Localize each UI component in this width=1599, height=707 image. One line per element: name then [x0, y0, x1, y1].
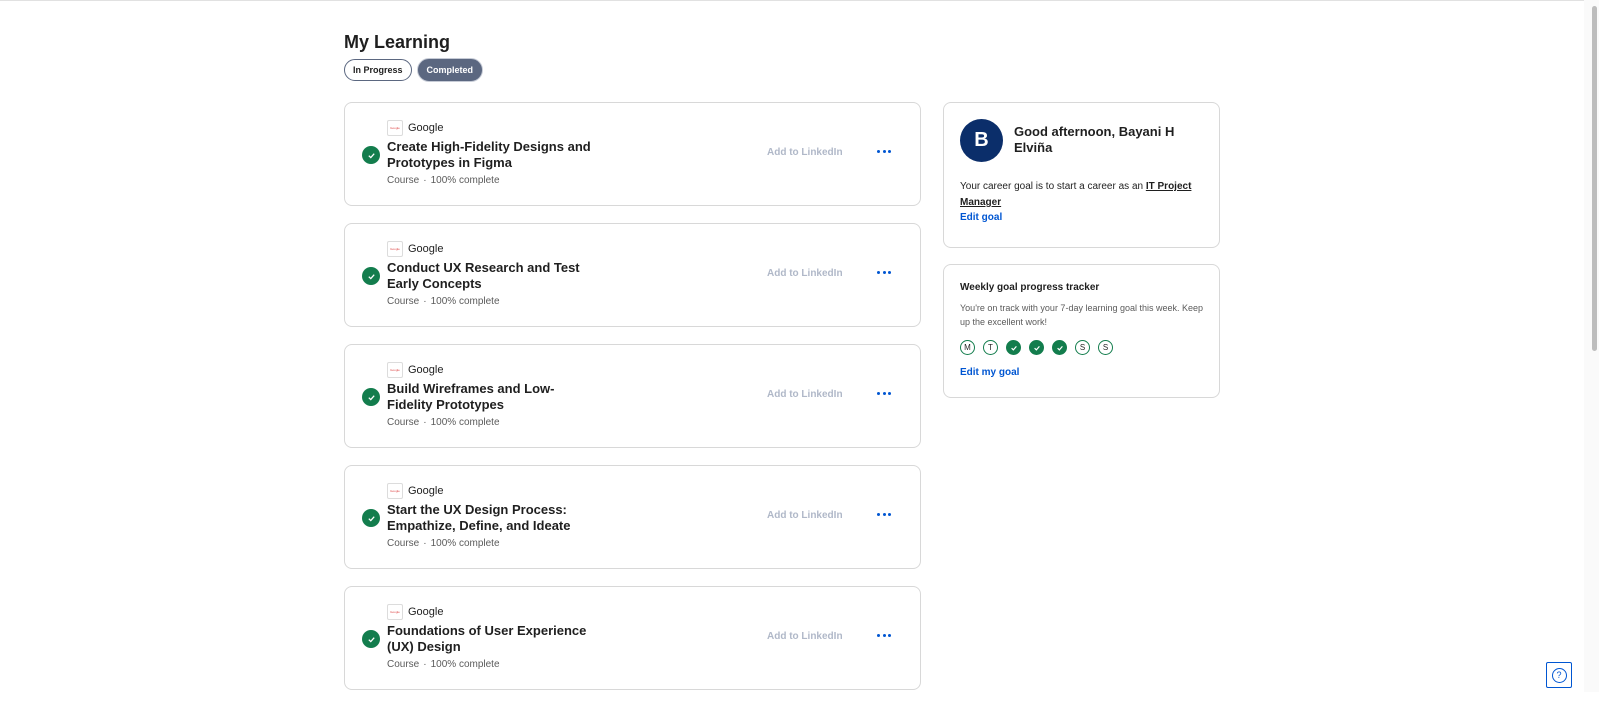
- partner-name: Google: [408, 606, 444, 618]
- help-icon: ?: [1551, 667, 1567, 683]
- top-divider: [0, 0, 1584, 1]
- completed-check-icon: [362, 267, 380, 285]
- partner-logo-icon: Google: [387, 362, 403, 378]
- course-type: Course: [387, 417, 420, 428]
- add-to-linkedin-button[interactable]: Add to LinkedIn: [767, 389, 843, 400]
- profile-card: B Good afternoon, Bayani H Elviña Your c…: [943, 102, 1220, 248]
- meta-separator: ·: [423, 659, 427, 670]
- add-to-linkedin-button[interactable]: Add to LinkedIn: [767, 631, 843, 642]
- more-options-icon[interactable]: [877, 386, 891, 400]
- partner-row: Google Google: [387, 604, 443, 620]
- partner-row: Google Google: [387, 483, 443, 499]
- filter-completed-chip[interactable]: Completed: [417, 59, 483, 81]
- day-saturday: S: [1075, 340, 1090, 355]
- completed-check-icon: [362, 630, 380, 648]
- greeting: Good afternoon, Bayani H Elviña: [1014, 124, 1175, 155]
- more-options-icon[interactable]: [877, 628, 891, 642]
- course-title[interactable]: Conduct UX Research and Test Early Conce…: [387, 260, 592, 292]
- partner-row: Google Google: [387, 362, 443, 378]
- course-title[interactable]: Start the UX Design Process: Empathize, …: [387, 502, 592, 534]
- course-title[interactable]: Foundations of User Experience (UX) Desi…: [387, 623, 592, 655]
- career-goal-text: Your career goal is to start a career as…: [960, 179, 1205, 211]
- course-progress: 100% complete: [430, 296, 500, 307]
- day-thursday-check-icon: [1029, 340, 1044, 355]
- course-progress: 100% complete: [430, 659, 500, 670]
- course-list: Google Google Create High-Fidelity Desig…: [344, 102, 921, 707]
- filter-chips: In Progress Completed: [344, 59, 483, 81]
- day-sunday: S: [1098, 340, 1113, 355]
- career-goal-prefix: Your career goal is to start a career as…: [960, 181, 1146, 192]
- course-type: Course: [387, 538, 420, 549]
- meta-separator: ·: [423, 175, 427, 186]
- course-card[interactable]: Google Google Conduct UX Research and Te…: [344, 223, 921, 327]
- course-progress: 100% complete: [430, 417, 500, 428]
- help-button[interactable]: ?: [1546, 662, 1572, 688]
- course-progress: 100% complete: [430, 175, 500, 186]
- partner-logo-icon: Google: [387, 604, 403, 620]
- partner-logo-icon: Google: [387, 241, 403, 257]
- course-card[interactable]: Google Google Start the UX Design Proces…: [344, 465, 921, 569]
- edit-my-goal-link[interactable]: Edit my goal: [960, 367, 1019, 378]
- course-meta: Course · 100% complete: [387, 175, 500, 186]
- course-card[interactable]: Google Google Create High-Fidelity Desig…: [344, 102, 921, 206]
- course-type: Course: [387, 659, 420, 670]
- partner-name: Google: [408, 485, 444, 497]
- day-tuesday: T: [983, 340, 998, 355]
- course-type: Course: [387, 175, 420, 186]
- course-type: Course: [387, 296, 420, 307]
- course-card[interactable]: Google Google Foundations of User Experi…: [344, 586, 921, 690]
- edit-goal-link[interactable]: Edit goal: [960, 212, 1002, 223]
- add-to-linkedin-button[interactable]: Add to LinkedIn: [767, 147, 843, 158]
- add-to-linkedin-button[interactable]: Add to LinkedIn: [767, 268, 843, 279]
- course-title[interactable]: Build Wireframes and Low-Fidelity Protot…: [387, 381, 592, 413]
- course-meta: Course · 100% complete: [387, 296, 500, 307]
- partner-row: Google Google: [387, 120, 443, 136]
- tracker-title: Weekly goal progress tracker: [960, 282, 1100, 293]
- completed-check-icon: [362, 388, 380, 406]
- more-options-icon[interactable]: [877, 144, 891, 158]
- partner-name: Google: [408, 364, 444, 376]
- completed-check-icon: [362, 509, 380, 527]
- add-to-linkedin-button[interactable]: Add to LinkedIn: [767, 510, 843, 521]
- avatar[interactable]: B: [960, 119, 1003, 162]
- more-options-icon[interactable]: [877, 507, 891, 521]
- course-card[interactable]: Google Google Build Wireframes and Low-F…: [344, 344, 921, 448]
- meta-separator: ·: [423, 538, 427, 549]
- day-friday-check-icon: [1052, 340, 1067, 355]
- partner-name: Google: [408, 243, 444, 255]
- course-progress: 100% complete: [430, 538, 500, 549]
- course-title[interactable]: Create High-Fidelity Designs and Prototy…: [387, 139, 592, 171]
- page-title: My Learning: [344, 32, 451, 52]
- more-options-icon[interactable]: [877, 265, 891, 279]
- day-monday: M: [960, 340, 975, 355]
- partner-logo-icon: Google: [387, 483, 403, 499]
- weekly-goal-tracker: Weekly goal progress tracker You're on t…: [943, 264, 1220, 398]
- course-meta: Course · 100% complete: [387, 538, 500, 549]
- partner-name: Google: [408, 122, 444, 134]
- course-meta: Course · 100% complete: [387, 659, 500, 670]
- day-wednesday-check-icon: [1006, 340, 1021, 355]
- meta-separator: ·: [423, 417, 427, 428]
- filter-in-progress-chip[interactable]: In Progress: [344, 59, 412, 81]
- tracker-days: M T S S: [960, 340, 1113, 355]
- tracker-description: You're on track with your 7-day learning…: [960, 303, 1204, 327]
- course-meta: Course · 100% complete: [387, 417, 500, 428]
- meta-separator: ·: [423, 296, 427, 307]
- completed-check-icon: [362, 146, 380, 164]
- partner-row: Google Google: [387, 241, 443, 257]
- scrollbar-thumb[interactable]: [1592, 6, 1597, 351]
- partner-logo-icon: Google: [387, 120, 403, 136]
